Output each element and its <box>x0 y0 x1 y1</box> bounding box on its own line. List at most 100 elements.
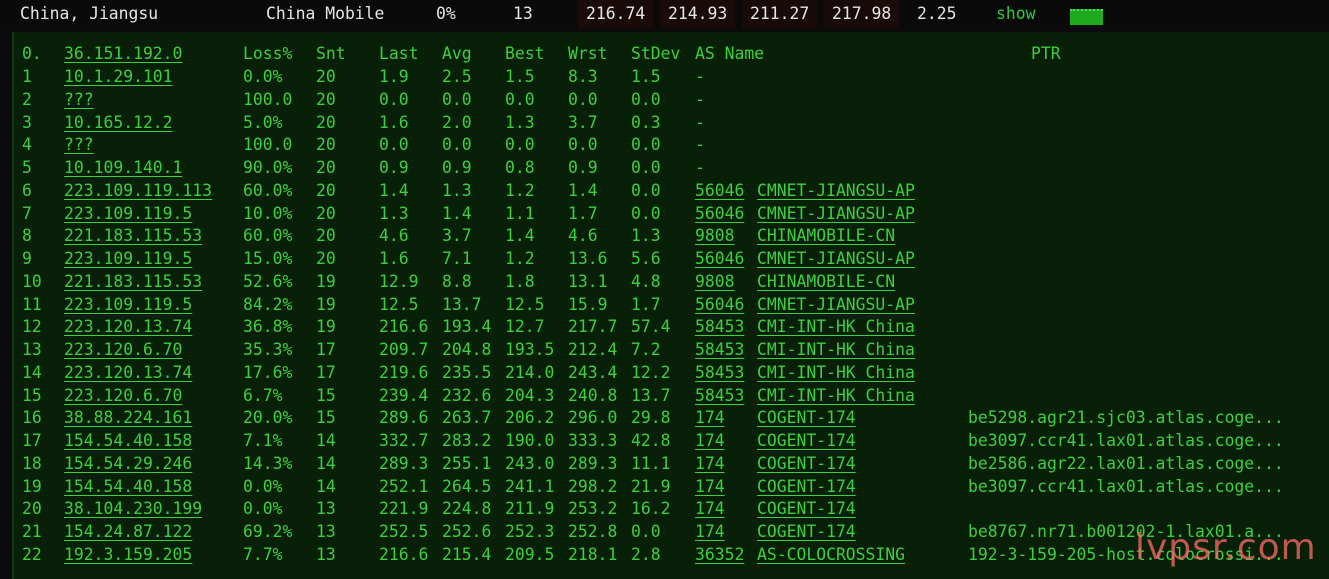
cell-asn[interactable]: 56046 <box>695 295 744 314</box>
cell-asn: - <box>695 67 705 86</box>
cell-avg: 263.7 <box>442 408 492 428</box>
cell-best: 0.0 <box>505 135 535 155</box>
cell-asn[interactable]: 58453 <box>695 386 744 405</box>
cell-hop: 16 <box>22 408 42 428</box>
cell-stdev: 1.7 <box>631 294 661 314</box>
cell-hop: 12 <box>22 317 42 337</box>
cell-best: 1.2 <box>505 180 535 200</box>
cell-as-name[interactable]: CMNET-JIANGSU-AP <box>757 249 915 268</box>
header-host[interactable]: 36.151.192.0 <box>64 44 182 63</box>
cell-host[interactable]: 223.120.13.74 <box>64 317 192 336</box>
cell-asn[interactable]: 174 <box>695 477 725 496</box>
cell-asn[interactable]: 56046 <box>695 204 744 223</box>
cell-host[interactable]: 223.120.13.74 <box>64 363 192 382</box>
cell-stdev: 7.2 <box>631 340 661 359</box>
cell-loss: 52.6% <box>243 271 293 291</box>
cell-host[interactable]: 38.104.230.199 <box>64 499 202 518</box>
cell-asn[interactable]: 174 <box>695 431 725 450</box>
cell-best: 1.2 <box>505 249 535 268</box>
summary-worst: 217.98 <box>824 0 900 28</box>
cell-host[interactable]: 10.109.140.1 <box>64 158 182 177</box>
cell-avg: 264.5 <box>442 476 492 496</box>
cell-host[interactable]: 10.1.29.101 <box>64 67 173 86</box>
cell-host[interactable]: 223.109.119.113 <box>64 181 212 200</box>
cell-wrst: 1.7 <box>568 203 598 223</box>
cell-as-name[interactable]: COGENT-174 <box>757 454 856 473</box>
cell-ptr: be5298.agr21.sjc03.atlas.coge... <box>968 408 1284 428</box>
latency-mini-bar[interactable] <box>1070 9 1103 25</box>
cell-as-name[interactable]: COGENT-174 <box>757 522 856 541</box>
cell-wrst: 13.1 <box>568 271 608 291</box>
cell-host[interactable]: 154.24.87.122 <box>64 522 192 541</box>
cell-host[interactable]: 154.54.40.158 <box>64 431 192 450</box>
cell-ptr: be2586.agr22.lax01.atlas.coge... <box>968 453 1284 473</box>
cell-host[interactable]: 192.3.159.205 <box>64 545 192 564</box>
cell-asn[interactable]: 58453 <box>695 317 744 336</box>
cell-wrst: 253.2 <box>568 499 618 519</box>
cell-wrst: 218.1 <box>568 544 618 564</box>
cell-host[interactable]: 38.88.224.161 <box>64 408 192 427</box>
cell-stdev: 2.8 <box>631 544 661 564</box>
cell-host[interactable]: 223.109.119.5 <box>64 249 192 268</box>
cell-wrst: 8.3 <box>568 67 598 86</box>
show-link[interactable]: show <box>996 4 1035 23</box>
cell-as-name[interactable]: COGENT-174 <box>757 499 856 518</box>
cell-loss: 60.0% <box>243 226 293 246</box>
cell-asn[interactable]: 56046 <box>695 249 744 268</box>
cell-best: 214.0 <box>505 362 555 382</box>
cell-hop: 6 <box>22 180 32 200</box>
cell-hop: 10 <box>22 271 42 291</box>
cell-best: 1.8 <box>505 271 535 291</box>
summary-snt: 13 <box>513 4 533 23</box>
cell-as-name[interactable]: AS-COLOCROSSING <box>757 545 905 564</box>
cell-asn[interactable]: 174 <box>695 499 725 518</box>
cell-host[interactable]: 223.109.119.5 <box>64 295 192 314</box>
cell-last: 219.6 <box>379 362 429 382</box>
cell-as-name[interactable]: CMI-INT-HK China <box>757 317 915 336</box>
cell-snt: 15 <box>316 385 336 405</box>
cell-stdev: 0.0 <box>631 203 661 223</box>
cell-host[interactable]: ??? <box>64 135 94 154</box>
cell-as-name[interactable]: CMI-INT-HK China <box>757 386 915 405</box>
cell-last: 216.6 <box>379 544 429 564</box>
cell-as-name[interactable]: CMI-INT-HK China <box>757 340 915 359</box>
cell-avg: 204.8 <box>442 340 492 359</box>
cell-avg: 224.8 <box>442 499 492 519</box>
cell-host[interactable]: 223.120.6.70 <box>64 386 182 405</box>
cell-as-name[interactable]: CMI-INT-HK China <box>757 363 915 382</box>
cell-as-name[interactable]: CMNET-JIANGSU-AP <box>757 204 915 223</box>
header-snt: Snt <box>316 44 346 63</box>
cell-stdev: 0.0 <box>631 180 661 200</box>
cell-asn[interactable]: 56046 <box>695 181 744 200</box>
cell-host[interactable]: 154.54.29.246 <box>64 454 192 473</box>
cell-as-name[interactable]: CHINAMOBILE-CN <box>757 226 895 245</box>
cell-as-name[interactable]: COGENT-174 <box>757 477 856 496</box>
cell-host[interactable]: 10.165.12.2 <box>64 113 173 132</box>
cell-host[interactable]: 223.109.119.5 <box>64 204 192 223</box>
cell-as-name[interactable]: CMNET-JIANGSU-AP <box>757 181 915 200</box>
cell-asn[interactable]: 36352 <box>695 545 744 564</box>
cell-host[interactable]: 154.54.40.158 <box>64 477 192 496</box>
cell-asn[interactable]: 174 <box>695 408 725 427</box>
cell-as-name[interactable]: CHINAMOBILE-CN <box>757 272 895 291</box>
cell-snt: 20 <box>316 249 336 268</box>
cell-host[interactable]: ??? <box>64 90 94 109</box>
cell-host[interactable]: 221.183.115.53 <box>64 226 202 245</box>
cell-host[interactable]: 221.183.115.53 <box>64 272 202 291</box>
cell-host[interactable]: 223.120.6.70 <box>64 340 182 359</box>
cell-last: 252.5 <box>379 522 429 541</box>
cell-asn[interactable]: 58453 <box>695 363 744 382</box>
cell-as-name[interactable]: COGENT-174 <box>757 408 856 427</box>
cell-last: 0.9 <box>379 158 409 177</box>
cell-asn[interactable]: 9808 <box>695 272 734 291</box>
cell-asn[interactable]: 9808 <box>695 226 734 245</box>
cell-asn[interactable]: 58453 <box>695 340 744 359</box>
cell-snt: 20 <box>316 180 336 200</box>
cell-as-name[interactable]: CMNET-JIANGSU-AP <box>757 295 915 314</box>
cell-asn[interactable]: 174 <box>695 454 725 473</box>
cell-avg: 1.4 <box>442 203 472 223</box>
cell-as-name[interactable]: COGENT-174 <box>757 431 856 450</box>
cell-stdev: 42.8 <box>631 431 671 450</box>
cell-snt: 17 <box>316 362 336 382</box>
cell-asn[interactable]: 174 <box>695 522 725 541</box>
